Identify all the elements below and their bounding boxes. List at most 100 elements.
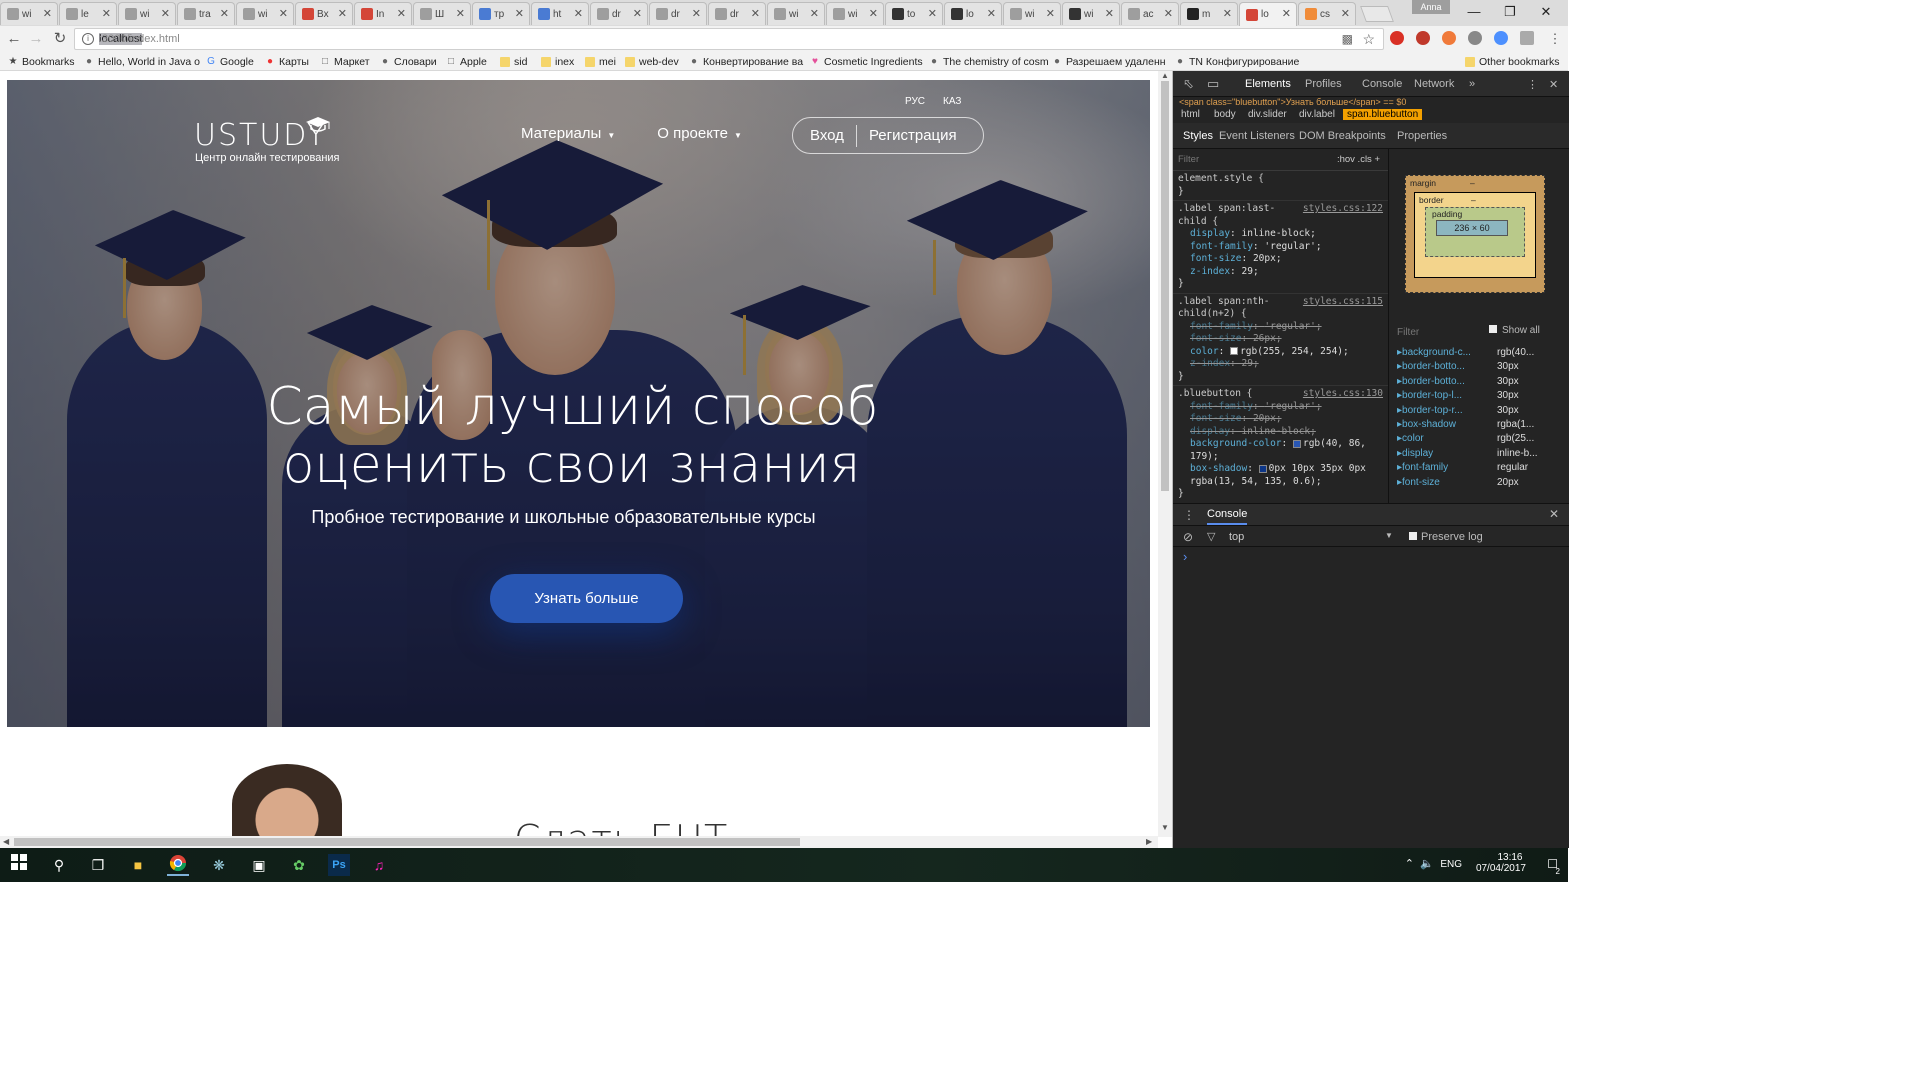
image-extension-icon[interactable] [1520, 31, 1534, 45]
tab-close-icon[interactable]: ✕ [751, 7, 760, 20]
hscroll-thumb[interactable] [14, 838, 800, 846]
bookmark-item[interactable]: ★ Bookmarks [8, 54, 75, 69]
bookmark-item[interactable]: ● Конвертирование ва [689, 54, 803, 69]
lastpass-extension-icon[interactable] [1416, 31, 1430, 45]
tab-close-icon[interactable]: ✕ [869, 7, 878, 20]
subtab-properties[interactable]: Properties [1397, 130, 1447, 142]
tab-close-icon[interactable]: ✕ [338, 7, 347, 20]
color-swatch-icon[interactable] [1230, 347, 1239, 355]
browser-tab[interactable]: dr ✕ [590, 2, 648, 25]
subtab-dom-breakpoints[interactable]: DOM Breakpoints [1299, 130, 1386, 142]
subtab-styles[interactable]: Styles [1183, 130, 1213, 142]
tab-profiles[interactable]: Profiles [1305, 78, 1342, 90]
css-declaration[interactable]: background-color: rgb(40, 86, 179); [1178, 438, 1383, 463]
new-tab-button[interactable] [1360, 6, 1394, 22]
checkbox-icon[interactable] [1489, 325, 1497, 333]
styles-filter-input[interactable]: Filter :hov .cls + [1173, 149, 1388, 171]
filter-icon[interactable]: ▽ [1207, 530, 1215, 543]
browser-tab[interactable]: m ✕ [1180, 2, 1238, 25]
other-bookmarks[interactable]: Other bookmarks [1465, 54, 1560, 69]
tab-close-icon[interactable]: ✕ [102, 7, 111, 20]
tab-close-icon[interactable]: ✕ [692, 7, 701, 20]
bookmark-item[interactable]: □ Apple [446, 54, 487, 69]
extension-icon[interactable] [1442, 31, 1456, 45]
console-output[interactable]: › [1173, 547, 1569, 848]
browser-tab[interactable]: wi ✕ [0, 2, 58, 25]
browser-tab[interactable]: ac ✕ [1121, 2, 1179, 25]
site-logo[interactable]: USTUDY [194, 117, 330, 153]
css-rule[interactable]: styles.css:130 .bluebutton {font-family: … [1173, 386, 1388, 503]
bookmark-item[interactable]: mei [585, 54, 616, 69]
menu-materials[interactable]: Материалы ▼ [521, 125, 615, 142]
css-declaration[interactable]: display: inline-block; [1178, 228, 1383, 241]
terminal-icon[interactable]: ▣ [248, 854, 270, 876]
console-drawer-tab[interactable]: Console [1207, 508, 1248, 525]
bookmark-item[interactable]: ● Словари [380, 54, 437, 69]
crumb-span-bluebutton[interactable]: span.bluebutton [1343, 109, 1423, 120]
clock[interactable]: 13:16 07/04/2017 [1476, 852, 1526, 874]
browser-tab[interactable]: dr ✕ [649, 2, 707, 25]
css-declaration[interactable]: display: inline-block; [1178, 426, 1383, 439]
css-declaration[interactable]: box-shadow: 0px 10px 35px 0px rgba(13, 5… [1178, 463, 1383, 488]
context-select[interactable]: top [1229, 531, 1244, 543]
selected-node[interactable]: <span class="bluebutton">Узнать больше</… [1179, 97, 1406, 107]
browser-tab[interactable]: тр ✕ [472, 2, 530, 25]
close-drawer-icon[interactable]: ✕ [1549, 507, 1559, 521]
crumb-html[interactable]: html [1181, 109, 1200, 120]
css-declaration[interactable]: font-size: 20px; [1178, 413, 1383, 426]
scroll-right-icon[interactable]: ▶ [1146, 837, 1152, 846]
browser-tab[interactable]: wi ✕ [118, 2, 176, 25]
browser-tab[interactable]: lo ✕ [944, 2, 1002, 25]
back-arrow-icon[interactable]: ← [5, 30, 23, 48]
crumb-body[interactable]: body [1214, 109, 1236, 120]
color-swatch-icon[interactable] [1258, 464, 1267, 473]
tab-console[interactable]: Console [1362, 78, 1402, 90]
bookmark-item[interactable]: ● TN Конфигурирование [1175, 54, 1299, 69]
browser-tab[interactable]: ht ✕ [531, 2, 589, 25]
menu-dots-icon[interactable]: ⋮ [1546, 30, 1564, 48]
tab-close-icon[interactable]: ✕ [1046, 7, 1055, 20]
info-icon[interactable]: i [82, 33, 94, 45]
browser-tab[interactable]: Bx ✕ [295, 2, 353, 25]
address-bar[interactable]: i localhost:3000/index.html ▩ ☆ [74, 28, 1384, 50]
horizontal-scrollbar[interactable]: ◀ ▶ [0, 836, 1158, 848]
lang-kz-link[interactable]: КАЗ [943, 96, 961, 107]
tab-close-icon[interactable]: ✕ [1223, 7, 1232, 20]
learn-more-button[interactable]: Узнать больше [490, 574, 683, 623]
tab-close-icon[interactable]: ✕ [1164, 7, 1173, 20]
inspect-icon[interactable]: ⬁ [1183, 76, 1194, 92]
tab-close-icon[interactable]: ✕ [397, 7, 406, 20]
scroll-down-icon[interactable]: ▼ [1161, 823, 1169, 832]
browser-tab[interactable]: wi ✕ [1062, 2, 1120, 25]
browser-tab[interactable]: tra ✕ [177, 2, 235, 25]
css-rule[interactable]: element.style {} [1173, 171, 1388, 201]
browser-tab[interactable]: wi ✕ [826, 2, 884, 25]
bookmark-item[interactable]: ● Разрешаем удаленн [1052, 54, 1166, 69]
keyboard-language[interactable]: ENG [1440, 859, 1462, 870]
clock-extension-icon[interactable] [1494, 31, 1508, 45]
vertical-scrollbar[interactable]: ▲ ▼ [1158, 71, 1172, 837]
preserve-log-checkbox[interactable] [1409, 532, 1417, 540]
bookmark-item[interactable]: web-dev [625, 54, 679, 69]
scroll-left-icon[interactable]: ◀ [3, 837, 9, 846]
browser-tab[interactable]: wi ✕ [236, 2, 294, 25]
minimize-button[interactable]: — [1456, 2, 1492, 22]
clear-console-icon[interactable]: ⊘ [1183, 530, 1193, 544]
css-rule[interactable]: styles.css:122 .label span:last-child {di… [1173, 201, 1388, 294]
css-declaration[interactable]: z-index: 29; [1178, 266, 1383, 279]
css-declaration[interactable]: font-family: 'regular'; [1178, 241, 1383, 254]
bookmark-item[interactable]: ● Карты [265, 54, 309, 69]
tab-close-icon[interactable]: ✕ [279, 7, 288, 20]
rule-selector[interactable]: element.style { [1178, 173, 1383, 186]
close-devtools-icon[interactable]: ✕ [1549, 78, 1558, 91]
tab-close-icon[interactable]: ✕ [456, 7, 465, 20]
css-declaration[interactable]: font-size: 20px; [1178, 253, 1383, 266]
login-link[interactable]: Вход [810, 127, 844, 144]
task-view-icon[interactable]: ❐ [87, 854, 109, 876]
app-globe-icon[interactable]: ❋ [208, 854, 230, 876]
menu-about[interactable]: О проекте ▼ [657, 125, 742, 142]
bookmark-item[interactable]: G Google [206, 54, 254, 69]
crumb-div-label[interactable]: div.label [1299, 109, 1335, 120]
tab-close-icon[interactable]: ✕ [928, 7, 937, 20]
bookmark-item[interactable]: ♥ Cosmetic Ingredients [810, 54, 923, 69]
